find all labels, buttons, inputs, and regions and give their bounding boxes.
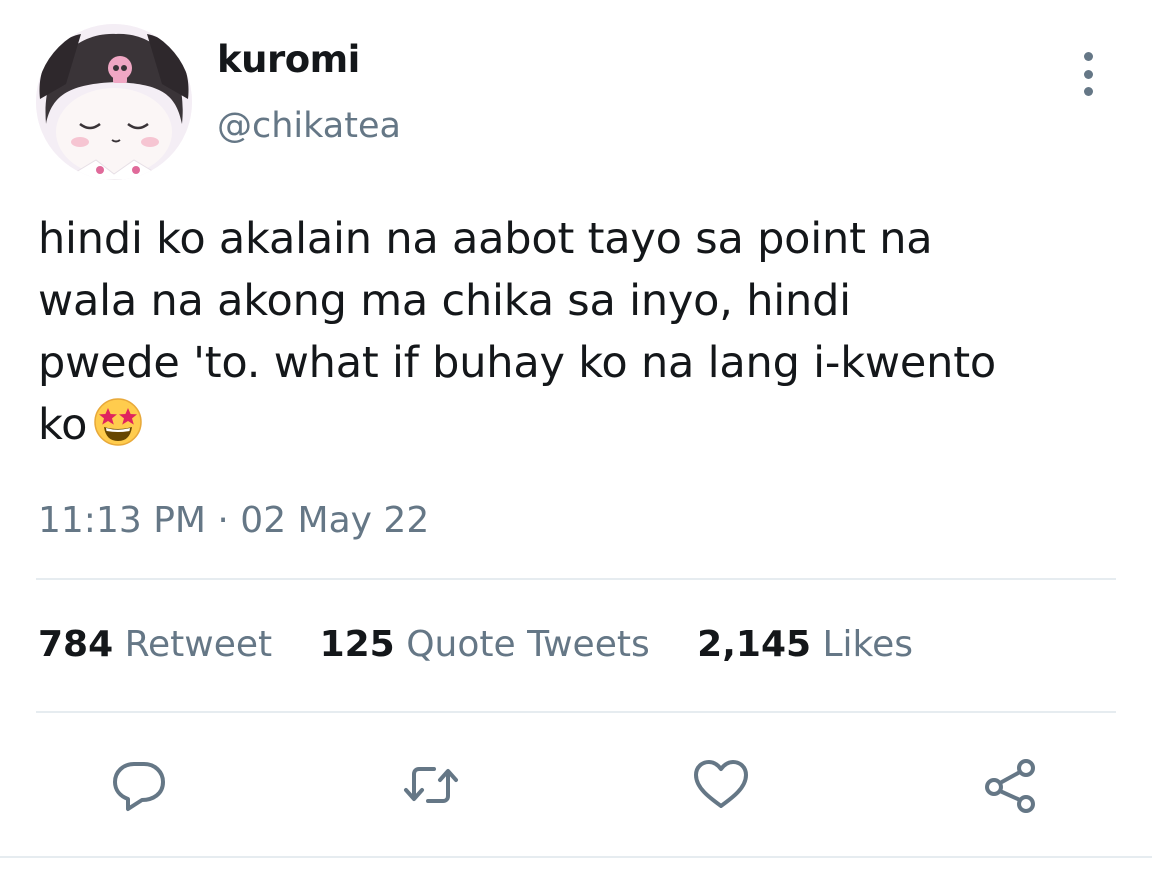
share-button[interactable]: [976, 750, 1046, 820]
divider: [36, 711, 1116, 713]
avatar[interactable]: [36, 24, 192, 180]
retweet-button[interactable]: [396, 750, 466, 820]
author-handle[interactable]: @chikatea: [217, 106, 401, 146]
likes-count: 2,145: [697, 624, 812, 665]
kuromi-avatar-icon: [36, 24, 192, 180]
reply-icon: [113, 762, 165, 811]
retweet-icon: [404, 767, 458, 803]
like-button[interactable]: [686, 750, 756, 820]
bottom-divider: [0, 856, 1152, 858]
like-icon: [694, 760, 748, 808]
retweet-label: Retweet: [124, 624, 273, 665]
likes-label: Likes: [822, 624, 914, 665]
tweet-timestamp[interactable]: 11:13 PM · 02 May 22: [38, 500, 429, 541]
reply-button[interactable]: [104, 750, 174, 820]
tweet-text-last-word: ko: [38, 400, 88, 450]
share-icon: [985, 759, 1035, 813]
quote-tweets-stat[interactable]: 125 Quote Tweets: [320, 624, 650, 665]
tweet-stats: 784 Retweet 125 Quote Tweets 2,145 Likes: [38, 624, 949, 665]
retweet-count: 784: [38, 624, 114, 665]
tweet-text-line: wala na akong ma chika sa inyo, hindi: [38, 276, 851, 326]
likes-stat[interactable]: 2,145 Likes: [697, 624, 913, 665]
divider: [36, 578, 1116, 580]
more-options-button[interactable]: [1068, 52, 1108, 96]
more-dot-icon: [1083, 69, 1093, 79]
tweet-text-line: hindi ko akalain na aabot tayo sa point …: [38, 214, 933, 264]
quote-count: 125: [319, 624, 395, 665]
action-bar: [0, 750, 1152, 820]
author-display-name[interactable]: kuromi: [217, 38, 360, 81]
quote-label: Quote Tweets: [406, 624, 650, 665]
tweet-text: hindi ko akalain na aabot tayo sa point …: [38, 208, 1118, 464]
tweet-text-line: pwede 'to. what if buhay ko na lang i-kw…: [38, 338, 996, 388]
more-dot-icon: [1083, 52, 1093, 61]
retweet-count-stat[interactable]: 784 Retweet: [38, 624, 272, 665]
tweet-text-line-last: ko: [38, 394, 1118, 464]
star-struck-emoji-icon: [93, 397, 143, 464]
more-dot-icon: [1083, 87, 1093, 96]
